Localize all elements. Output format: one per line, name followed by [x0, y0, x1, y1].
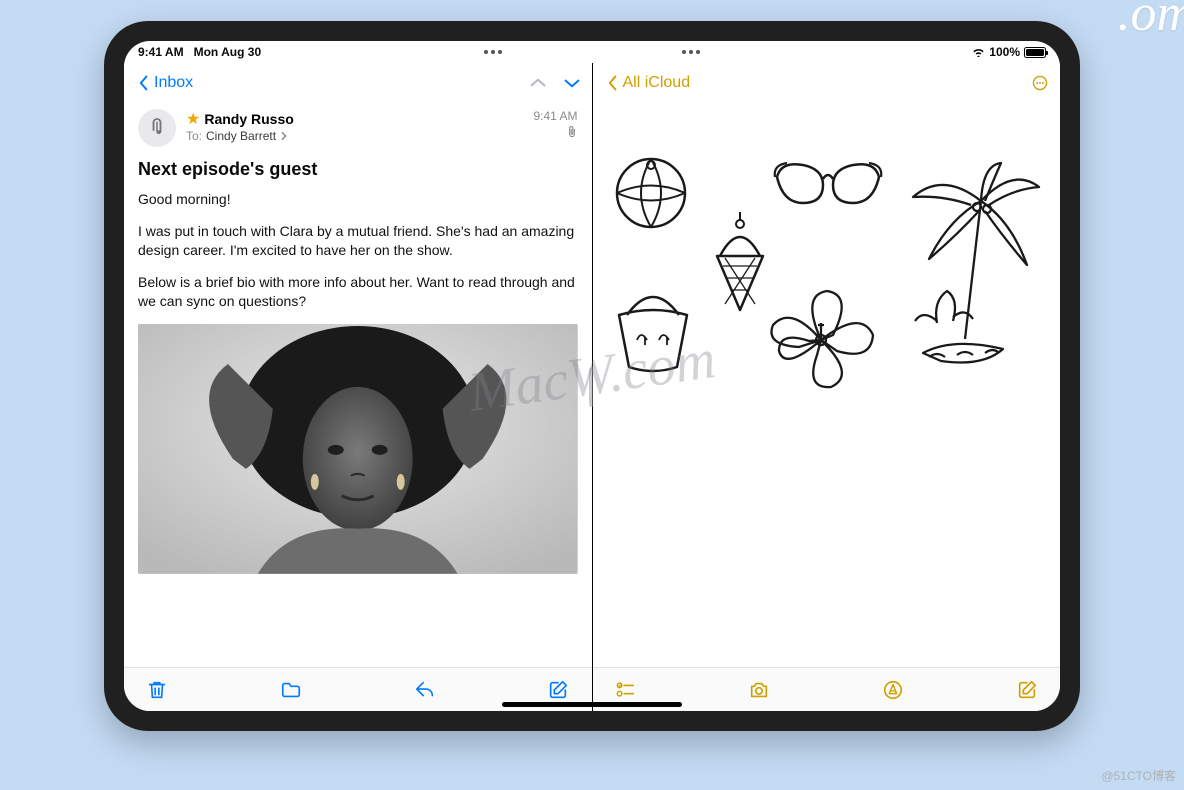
markup-button[interactable]: [882, 679, 904, 701]
sketch-bucket: [607, 285, 699, 375]
prev-message-button[interactable]: [530, 75, 546, 91]
mail-content: ★ Randy Russo To: Cindy Barrett 9:41 AM: [124, 103, 592, 667]
notes-back-label: All iCloud: [623, 74, 691, 92]
sketch-palm: [893, 161, 1043, 381]
to-label: To:: [186, 129, 202, 143]
mail-back-button[interactable]: Inbox: [136, 74, 193, 92]
status-bar: 9:41 AM Mon Aug 30 100%: [124, 41, 1060, 63]
notes-back-button[interactable]: All iCloud: [605, 74, 691, 92]
battery-icon: [1024, 47, 1046, 58]
mail-time: 9:41 AM: [533, 109, 577, 123]
paperclip-icon: [566, 125, 578, 139]
wifi-icon: [972, 47, 985, 57]
multitask-dots-right[interactable]: [682, 50, 700, 54]
recipient-name: Cindy Barrett: [206, 129, 276, 143]
compose-note-button[interactable]: [1016, 679, 1038, 701]
notes-app: All iCloud: [593, 63, 1061, 711]
chevron-left-icon: [136, 75, 152, 91]
camera-button[interactable]: [748, 679, 770, 701]
sender-avatar[interactable]: [138, 109, 176, 147]
corner-watermark: .om: [1117, 0, 1184, 43]
mail-nav: Inbox: [124, 63, 592, 103]
mail-header: ★ Randy Russo To: Cindy Barrett 9:41 AM: [138, 109, 578, 147]
chevron-left-icon: [605, 75, 621, 91]
chevron-right-icon: [280, 131, 288, 141]
sketch-hibiscus: [761, 285, 881, 395]
next-message-button[interactable]: [564, 75, 580, 91]
move-folder-button[interactable]: [280, 679, 302, 701]
battery-percent: 100%: [989, 45, 1020, 59]
mail-body-p2: I was put in touch with Clara by a mutua…: [138, 222, 578, 261]
mail-body-p3: Below is a brief bio with more info abou…: [138, 273, 578, 312]
sketch-sunglasses: [773, 157, 883, 213]
home-indicator[interactable]: [502, 702, 682, 707]
blog-watermark: @51CTO博客: [1101, 767, 1176, 784]
notes-canvas[interactable]: [593, 103, 1061, 667]
sender-name[interactable]: Randy Russo: [204, 111, 293, 127]
mail-subject: Next episode's guest: [138, 159, 578, 180]
notes-nav: All iCloud: [593, 63, 1061, 103]
status-date: Mon Aug 30: [194, 45, 262, 59]
mail-app: Inbox ★ Randy Russo: [124, 63, 592, 711]
ipad-device-frame: 9:41 AM Mon Aug 30 100% Inbox: [104, 21, 1080, 731]
sketch-beachball: [611, 153, 691, 233]
multitask-dots-left[interactable]: [484, 50, 502, 54]
recipient-line[interactable]: To: Cindy Barrett: [186, 129, 523, 143]
compose-mail-button[interactable]: [547, 679, 569, 701]
trash-button[interactable]: [146, 679, 168, 701]
attached-photo[interactable]: [138, 324, 578, 574]
reply-button[interactable]: [414, 679, 436, 701]
more-button[interactable]: [1032, 75, 1048, 91]
mail-body-p1: Good morning!: [138, 190, 578, 210]
checklist-button[interactable]: [615, 679, 637, 701]
mail-back-label: Inbox: [154, 74, 193, 92]
status-time: 9:41 AM: [138, 45, 184, 59]
star-icon: ★: [186, 109, 200, 129]
split-view: Inbox ★ Randy Russo: [124, 63, 1060, 711]
screen: 9:41 AM Mon Aug 30 100% Inbox: [124, 41, 1060, 711]
